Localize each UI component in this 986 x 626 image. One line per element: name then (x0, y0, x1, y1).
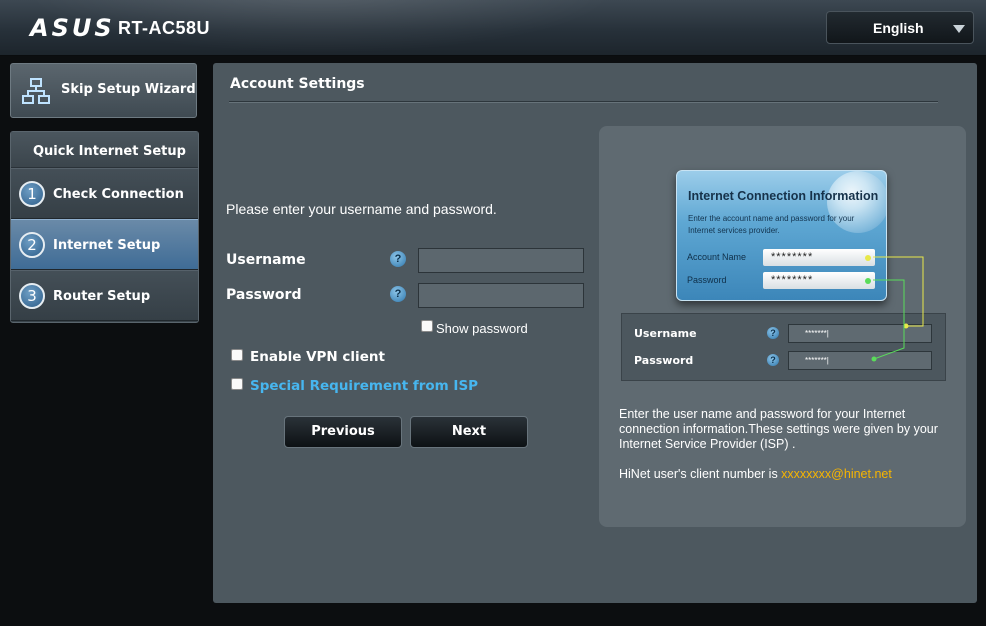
connector-dot-yellow (865, 255, 871, 261)
card-title: Internet Connection Information (688, 189, 879, 203)
page-title: Account Settings (230, 76, 365, 92)
help-info-panel: Internet Connection Information Enter th… (599, 126, 966, 527)
step-label: Check Connection (53, 187, 184, 202)
hinet-prefix: HiNet user's client number is (619, 467, 782, 481)
card-password-value: ******** (763, 272, 875, 289)
language-label: English (873, 20, 924, 36)
asus-logo: ASUS (30, 14, 115, 42)
password-help-icon[interactable]: ? (390, 286, 406, 302)
show-password-label: Show password (436, 321, 528, 336)
next-button[interactable]: Next (410, 416, 528, 448)
card-description: Enter the account name and password for … (688, 214, 855, 235)
card-account-value: ******** (763, 249, 875, 266)
router-model: RT-AC58U (118, 18, 211, 38)
language-selector[interactable]: English (826, 11, 974, 44)
password-label: Password (226, 287, 302, 303)
example-username-label: Username (634, 327, 697, 340)
username-input[interactable] (418, 248, 584, 273)
card-password-label: Password (687, 275, 727, 285)
step-number-icon: 2 (19, 232, 45, 258)
qis-title: Quick Internet Setup (33, 144, 186, 159)
step-number-icon: 3 (19, 283, 45, 309)
step-router-setup[interactable]: 3 Router Setup (11, 270, 198, 321)
example-help-icon: ? (767, 354, 779, 366)
quick-internet-setup-menu: Quick Internet Setup 1 Check Connection … (10, 131, 199, 323)
qis-header: Quick Internet Setup (11, 132, 198, 168)
username-help-icon[interactable]: ? (390, 251, 406, 267)
enable-vpn-label: Enable VPN client (250, 349, 385, 365)
enable-vpn-checkbox[interactable] (231, 349, 243, 361)
previous-button[interactable]: Previous (284, 416, 402, 448)
step-label: Internet Setup (53, 238, 161, 253)
password-input[interactable] (418, 283, 584, 308)
step-label: Router Setup (53, 289, 151, 304)
card-account-label: Account Name (687, 252, 747, 262)
show-password-checkbox[interactable] (421, 320, 433, 332)
network-icon (22, 78, 50, 104)
step-check-connection[interactable]: 1 Check Connection (11, 168, 198, 219)
hinet-email: xxxxxxxx@hinet.net (781, 467, 892, 481)
connection-info-card-illustration: Internet Connection Information Enter th… (676, 170, 887, 301)
chevron-down-icon (953, 25, 965, 33)
connector-dot-green (865, 278, 871, 284)
example-username-field: *******| (788, 324, 932, 343)
example-help-icon: ? (767, 327, 779, 339)
account-settings-panel: Account Settings Please enter your usern… (213, 63, 977, 603)
skip-setup-wizard-button[interactable]: Skip Setup Wizard (10, 63, 197, 118)
example-password-field: *******| (788, 351, 932, 370)
example-password-label: Password (634, 354, 694, 367)
hinet-note: HiNet user's client number is xxxxxxxx@h… (619, 467, 892, 481)
step-number-icon: 1 (19, 181, 45, 207)
special-isp-checkbox[interactable] (231, 378, 243, 390)
top-banner: ASUS RT-AC58U English (0, 0, 986, 56)
info-description: Enter the user name and password for you… (619, 407, 938, 451)
example-form-illustration: Username ? *******| Password ? *******| (621, 313, 946, 381)
title-divider (229, 101, 938, 103)
special-isp-link[interactable]: Special Requirement from ISP (250, 378, 478, 394)
step-internet-setup[interactable]: 2 Internet Setup (11, 219, 198, 270)
username-label: Username (226, 252, 306, 268)
skip-setup-wizard-label: Skip Setup Wizard (61, 82, 196, 97)
instructions-text: Please enter your username and password. (226, 201, 497, 217)
